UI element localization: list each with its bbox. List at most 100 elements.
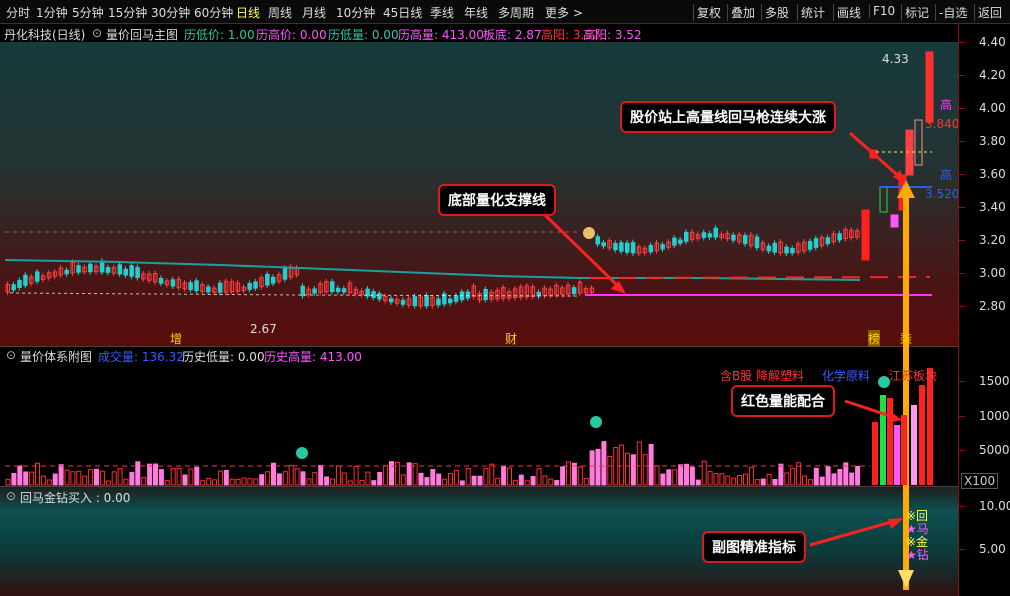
volume-bar	[524, 480, 530, 486]
volume-bar	[536, 468, 542, 486]
candle-body	[678, 239, 683, 244]
kline-chart-svg	[4, 51, 934, 590]
volume-bar	[271, 462, 276, 486]
signal-zuan: ★钻	[906, 548, 929, 562]
volume-bar	[648, 443, 654, 486]
volume-bar	[678, 464, 684, 486]
volume-bar	[790, 467, 796, 486]
volume-bar	[424, 477, 430, 486]
back-button[interactable]: 返回	[974, 4, 1002, 21]
volume-bar	[412, 463, 418, 486]
big-candle	[925, 51, 934, 123]
sig-axis-10: 10.00	[979, 499, 1010, 513]
candle-body	[64, 269, 69, 275]
volume-bar	[194, 466, 200, 486]
volume-bar	[241, 477, 247, 486]
vol-axis-5000: 5000	[979, 443, 1010, 457]
candle-body	[170, 279, 176, 287]
price-3520-label: 3.520	[925, 187, 960, 201]
volume-bar	[483, 467, 489, 486]
volume-bar	[713, 472, 719, 486]
volume-bar	[265, 471, 271, 486]
volume-bar	[465, 468, 471, 486]
volume-bar	[147, 463, 153, 486]
volume-bar	[807, 479, 813, 486]
volume-bar	[176, 467, 182, 486]
volume-bar	[76, 470, 82, 486]
volume-bar	[471, 475, 477, 486]
volume-bar	[530, 475, 536, 486]
gao-label-2: 高	[940, 168, 953, 182]
volume-bar	[335, 465, 341, 486]
callout-bottom-support: 底部量化支撑线	[438, 184, 556, 216]
volume-bar	[784, 472, 790, 486]
volume-bar	[88, 469, 94, 486]
volume-bar	[418, 472, 424, 486]
candle-body	[265, 273, 270, 286]
volume-bar	[837, 468, 843, 486]
candle-body	[424, 294, 429, 307]
candle-body	[217, 282, 223, 293]
candle-body	[341, 288, 347, 293]
money-bag-icon	[583, 227, 595, 239]
tag-hanbo: 含B股	[720, 369, 753, 383]
volume-bar	[748, 466, 754, 486]
candle-body	[630, 242, 636, 254]
volume-bar	[306, 478, 312, 486]
volume-bar	[353, 466, 359, 486]
candle-body	[453, 295, 459, 302]
candle-body	[400, 299, 406, 305]
big-candle	[914, 119, 923, 166]
volume-bar	[495, 477, 501, 486]
volume-bar	[684, 463, 689, 486]
volume-bar	[276, 473, 282, 486]
volume-bar	[477, 475, 483, 486]
candle-body	[23, 274, 28, 286]
candle-body	[282, 267, 288, 280]
candle-body	[194, 280, 199, 292]
candle-body	[135, 266, 140, 278]
volume-bar	[82, 475, 88, 486]
volume-bar	[400, 474, 406, 486]
volume-bar	[566, 461, 571, 486]
volume-bar	[5, 478, 11, 486]
volume-bar	[819, 476, 825, 486]
volume-bar	[689, 466, 695, 486]
sig-axis-5: 5.00	[979, 542, 1006, 556]
volume-bar	[223, 469, 229, 486]
volume-bar	[459, 480, 465, 486]
volume-bar	[129, 471, 135, 486]
candle-body	[105, 267, 111, 273]
volume-bar	[330, 478, 335, 486]
volume-bar	[642, 454, 648, 486]
candle-body	[271, 276, 276, 284]
volume-bar	[719, 473, 725, 486]
volume-bar	[359, 479, 365, 486]
volume-bar	[123, 478, 129, 486]
vol-axis-unit: X100	[961, 473, 999, 489]
volume-bar	[489, 463, 495, 486]
volume-bar	[448, 472, 453, 486]
volume-bar	[595, 448, 601, 486]
callout-high-volume-breakout: 股价站上高量线回马枪连续大涨	[620, 101, 836, 133]
volume-bar	[347, 480, 353, 486]
volume-bar	[501, 465, 507, 486]
vol-axis-15000: 15000	[979, 374, 1010, 388]
candle-body	[701, 232, 707, 238]
candle-body	[188, 282, 193, 291]
volume-bar	[589, 450, 595, 486]
candle-body	[389, 298, 394, 303]
volume-bar	[453, 470, 459, 486]
tag-huaxue: 化学原料	[822, 369, 871, 383]
candle-body	[436, 298, 441, 306]
volume-bar	[217, 470, 223, 486]
volume-bar	[554, 479, 560, 486]
candle-body	[158, 277, 164, 284]
callout-arrowhead-4	[888, 518, 904, 529]
candle-body	[465, 291, 471, 299]
candle-body	[619, 242, 624, 252]
callout-arrow-1	[849, 131, 904, 182]
pressure-dashed-line	[9, 292, 581, 297]
volume-bar	[601, 441, 607, 486]
axis-label-400: 4.00	[979, 101, 1006, 115]
